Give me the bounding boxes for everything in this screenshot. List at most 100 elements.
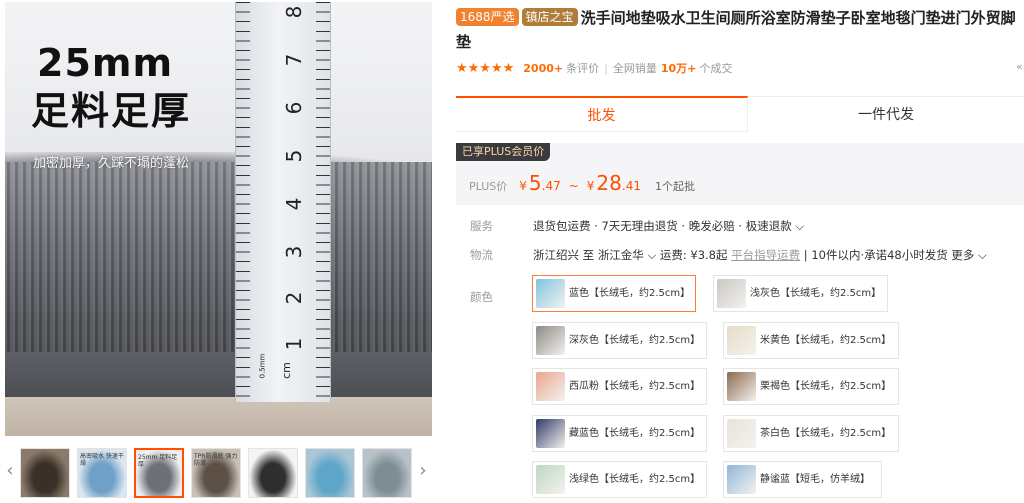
product-title-row: 1688严选 镇店之宝 洗手间地垫吸水卫生间厕所浴室防滑垫子卧室地毯门垫进门外贸脚垫 <box>456 6 1016 54</box>
sales-unit: 个成交 <box>699 62 733 75</box>
color-option[interactable]: 西瓜粉【长绒毛，约2.5cm】 <box>532 368 707 405</box>
ruler-number: 6 <box>282 101 306 115</box>
color-label: 颜色 <box>470 290 493 304</box>
color-option[interactable]: 浅灰色【长绒毛，约2.5cm】 <box>713 275 888 312</box>
color-option-label: 米黄色【长绒毛，约2.5cm】 <box>760 335 892 346</box>
chevron-left-icon[interactable]: ‹ <box>3 462 17 480</box>
ruler-number: 8 <box>282 5 306 19</box>
sales-label: 全网销量 <box>612 62 657 75</box>
ruler-unit-cm: cm <box>279 362 293 379</box>
floor <box>5 397 432 436</box>
price-high-decimal: .41 <box>621 179 641 193</box>
logistics-label: 物流 <box>470 248 493 262</box>
shipping-fee: 运费: ¥3.8起 <box>659 248 728 262</box>
color-swatch <box>717 279 746 308</box>
currency-symbol: ¥ <box>519 179 527 193</box>
service-row: 服务 退货包运费 · 7天无理由退货 · 晚发必赔 · 极速退款 ⌵ <box>456 217 1024 235</box>
delivery-promise: | 10件以内·承诺48小时发货 <box>803 248 948 262</box>
chevron-right-icon[interactable]: › <box>416 462 430 480</box>
image-background <box>5 2 432 172</box>
ruler-number: 4 <box>282 197 306 211</box>
price-range-separator: ~ <box>568 179 579 193</box>
ruler-number: 2 <box>282 291 306 305</box>
color-option[interactable]: 栗褐色【长绒毛，约2.5cm】 <box>723 368 899 405</box>
review-label[interactable]: 条评价 <box>566 60 599 76</box>
color-option-label: 西瓜粉【长绒毛，约2.5cm】 <box>569 381 701 392</box>
color-option-label: 浅灰色【长绒毛，约2.5cm】 <box>750 288 882 299</box>
thumbnail[interactable] <box>362 448 412 498</box>
color-swatch <box>536 279 565 308</box>
thumbnail-caption: 高密吸水 快速干燥 <box>80 453 124 467</box>
badge-shop-treasure: 镇店之宝 <box>521 8 578 26</box>
color-option-selected[interactable]: 蓝色【长绒毛，约2.5cm】 <box>532 275 696 312</box>
thumbnail[interactable]: 高密吸水 快速干燥 <box>77 448 127 498</box>
ruler-number: 5 <box>282 149 306 163</box>
main-product-image[interactable]: 25mm 足料足厚 加密加厚，久踩不塌的蓬松 8 7 6 5 4 3 2 1 c… <box>5 2 432 436</box>
color-swatch <box>727 419 756 448</box>
color-option-label: 蓝色【长绒毛，约2.5cm】 <box>569 288 691 299</box>
thumbnail-caption: TPR防滑底 强力防滑 <box>194 453 238 467</box>
color-option-label: 静谧蓝【短毛，仿羊绒】 <box>760 474 870 485</box>
price-low-integer: 5 <box>528 171 542 195</box>
currency-symbol: ¥ <box>586 179 595 193</box>
image-subheading: 加密加厚，久踩不塌的蓬松 <box>33 156 190 171</box>
purchase-mode-tabs: 批发 一件代发 <box>456 96 1024 132</box>
price-high-integer: 28 <box>596 171 622 195</box>
rug-base <box>5 352 432 402</box>
ruler: 8 7 6 5 4 3 2 1 cm 0.5mm <box>235 2 331 402</box>
tab-wholesale[interactable]: 批发 <box>456 96 748 132</box>
color-option[interactable]: 深灰色【长绒毛，约2.5cm】 <box>532 322 707 359</box>
ruler-number: 1 <box>282 337 306 351</box>
color-option[interactable]: 茶白色【长绒毛，约2.5cm】 <box>723 415 899 452</box>
color-option-label: 浅绿色【长绒毛，约2.5cm】 <box>569 474 701 485</box>
color-swatch <box>727 465 756 494</box>
logistics-row: 物流 浙江绍兴 至 浙江金华 ⌵ 运费: ¥3.8起 平台指导运费 | 10件以… <box>456 246 1024 264</box>
color-option[interactable]: 静谧蓝【短毛，仿羊绒】 <box>723 461 882 498</box>
service-value[interactable]: 退货包运费 · 7天无理由退货 · 晚发必赔 · 极速退款 ⌵ <box>533 217 804 235</box>
thumbnail[interactable] <box>20 448 70 498</box>
color-swatch <box>727 372 756 401</box>
review-count[interactable]: 2000+ <box>523 62 563 75</box>
badge-1688-selected: 1688严选 <box>456 8 519 26</box>
ruler-unit-mm: 0.5mm <box>258 353 267 379</box>
thumbnail[interactable] <box>305 448 355 498</box>
price-line: PLUS价 ¥ 5 .47 ~ ¥ 28 .41 1个起批 <box>469 171 695 195</box>
star-rating-icon: ★★★★★ <box>456 60 515 76</box>
price-low-decimal: .47 <box>541 179 561 193</box>
color-option[interactable]: 藏蓝色【长绒毛，约2.5cm】 <box>532 415 707 452</box>
logistics-value: 浙江绍兴 至 浙江金华 ⌵ 运费: ¥3.8起 平台指导运费 | 10件以内·承… <box>533 246 987 264</box>
tab-dropship[interactable]: 一件代发 <box>748 96 1024 132</box>
thumbnail[interactable] <box>248 448 298 498</box>
service-label: 服务 <box>470 219 493 233</box>
color-option[interactable]: 米黄色【长绒毛，约2.5cm】 <box>723 322 899 359</box>
logistics-more[interactable]: 更多 ⌵ <box>951 248 986 262</box>
sales-count: 10万+ <box>660 62 697 75</box>
plus-price-label: PLUS价 <box>469 180 508 193</box>
thumbnail-strip: ‹ 高密吸水 快速干燥 25mm 足料足厚 TPR防滑底 强力防滑 › <box>0 440 432 500</box>
rating-row: ★★★★★ 2000+ 条评价 | 全网销量 10万+ 个成交 <box>456 60 732 76</box>
color-option-label: 藏蓝色【长绒毛，约2.5cm】 <box>569 428 701 439</box>
color-swatch <box>536 326 565 355</box>
min-order: 1个起批 <box>654 180 695 193</box>
color-swatch <box>536 419 565 448</box>
ship-to-select[interactable]: 浙江金华 ⌵ <box>598 248 656 262</box>
color-swatch <box>536 372 565 401</box>
image-heading-thickness: 足料足厚 <box>31 89 192 133</box>
more-icon[interactable]: « <box>1016 60 1023 73</box>
color-swatch <box>536 465 565 494</box>
color-option[interactable]: 浅绿色【长绒毛，约2.5cm】 <box>532 461 707 498</box>
plus-member-tag: 已享PLUS会员价 <box>456 143 551 161</box>
thumbnail-caption: 25mm 足料足厚 <box>138 454 178 468</box>
color-option-label: 栗褐色【长绒毛，约2.5cm】 <box>760 381 892 392</box>
thumbnail-active[interactable]: 25mm 足料足厚 <box>134 448 184 498</box>
thumbnail[interactable]: TPR防滑底 强力防滑 <box>191 448 241 498</box>
ship-to-word: 至 <box>582 248 595 262</box>
color-swatch <box>727 326 756 355</box>
ruler-number: 7 <box>282 53 306 67</box>
shipping-fee-note[interactable]: 平台指导运费 <box>731 248 800 262</box>
color-option-label: 茶白色【长绒毛，约2.5cm】 <box>760 428 892 439</box>
ship-from: 浙江绍兴 <box>533 248 579 262</box>
price-box: 已享PLUS会员价 PLUS价 ¥ 5 .47 ~ ¥ 28 .41 1个起批 <box>456 143 1024 205</box>
color-option-label: 深灰色【长绒毛，约2.5cm】 <box>569 335 701 346</box>
divider: | <box>604 61 608 75</box>
